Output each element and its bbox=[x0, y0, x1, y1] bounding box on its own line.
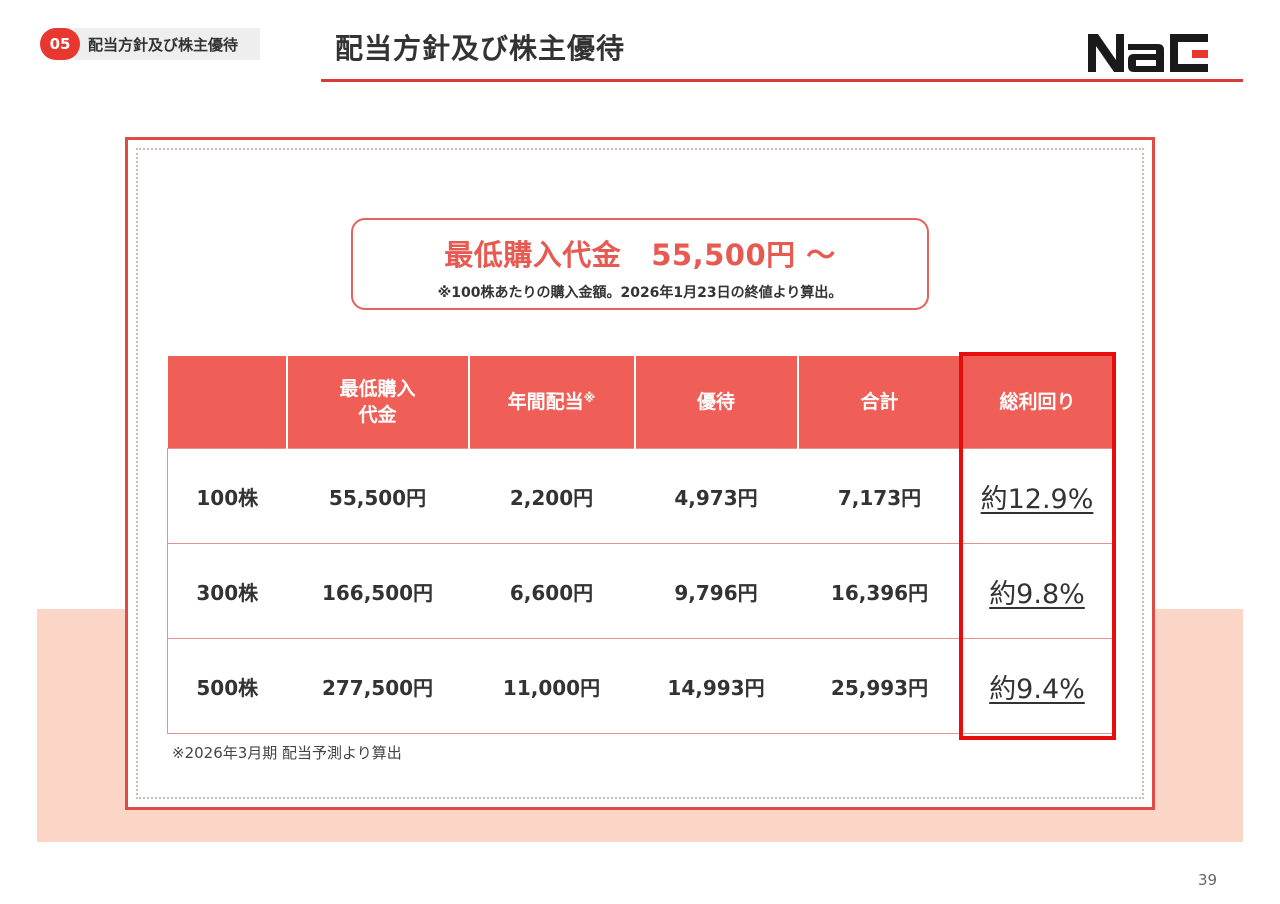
table-header-row: 最低購入 代金 年間配当※ 優待 合計 総利回り bbox=[167, 356, 1113, 449]
yield-table: 最低購入 代金 年間配当※ 優待 合計 総利回り 100株 55,500円 2,2… bbox=[167, 356, 1113, 734]
header-annual-dividend: 年間配当※ bbox=[467, 356, 635, 449]
header-min-price: 最低購入 代金 bbox=[285, 356, 469, 449]
cell-total: 16,396円 bbox=[797, 543, 962, 639]
cell-shares: 300株 bbox=[167, 543, 287, 639]
cell-yield: 約9.4% bbox=[961, 638, 1113, 734]
minimum-purchase-heading: 最低購入代金 55,500円 ～ bbox=[353, 232, 927, 274]
minimum-purchase-note: ※100株あたりの購入金額。2026年1月23日の終値より算出。 bbox=[437, 285, 843, 301]
header-shares bbox=[167, 356, 287, 449]
header-total-yield: 総利回り bbox=[960, 356, 1113, 449]
cell-price: 166,500円 bbox=[286, 543, 469, 639]
cell-yield: 約12.9% bbox=[961, 448, 1113, 544]
table-row: 100株 55,500円 2,200円 4,973円 7,173円 約12.9% bbox=[167, 448, 1113, 544]
minimum-purchase-box: 最低購入代金 55,500円 ～ ※100株あたりの購入金額。2026年1月23日… bbox=[351, 218, 929, 310]
cell-price: 277,500円 bbox=[286, 638, 469, 734]
section-tag: 05 配当方針及び株主優待 bbox=[40, 28, 261, 60]
minimum-purchase-amount: 55,500円 ～ bbox=[651, 238, 836, 272]
section-label: 配当方針及び株主優待 bbox=[74, 28, 261, 60]
cell-yield: 約9.8% bbox=[961, 543, 1113, 639]
cell-shares: 100株 bbox=[167, 448, 287, 544]
cell-dividend: 11,000円 bbox=[468, 638, 635, 734]
header-total: 合計 bbox=[796, 356, 962, 449]
cell-dividend: 6,600円 bbox=[468, 543, 635, 639]
dividend-footnote-mark: ※ bbox=[583, 391, 596, 405]
page-number: 39 bbox=[1198, 871, 1218, 889]
cell-total: 7,173円 bbox=[797, 448, 962, 544]
cell-benefit: 14,993円 bbox=[634, 638, 798, 734]
footnote: ※2026年3月期 配当予測より算出 bbox=[172, 744, 402, 762]
cell-shares: 500株 bbox=[167, 638, 287, 734]
section-number-badge: 05 bbox=[40, 28, 80, 60]
cell-benefit: 9,796円 bbox=[634, 543, 798, 639]
title-underline bbox=[321, 79, 1243, 82]
cell-benefit: 4,973円 bbox=[634, 448, 798, 544]
table-row: 500株 277,500円 11,000円 14,993円 25,993円 約9… bbox=[167, 638, 1113, 734]
table-row: 300株 166,500円 6,600円 9,796円 16,396円 約9.8… bbox=[167, 543, 1113, 639]
cell-total: 25,993円 bbox=[797, 638, 962, 734]
header-benefit: 優待 bbox=[633, 356, 798, 449]
minimum-purchase-label: 最低購入代金 bbox=[444, 238, 622, 272]
page-title: 配当方針及び株主優待 bbox=[335, 32, 626, 65]
nac-logo-icon bbox=[1088, 34, 1208, 72]
cell-dividend: 2,200円 bbox=[468, 448, 635, 544]
cell-price: 55,500円 bbox=[286, 448, 469, 544]
